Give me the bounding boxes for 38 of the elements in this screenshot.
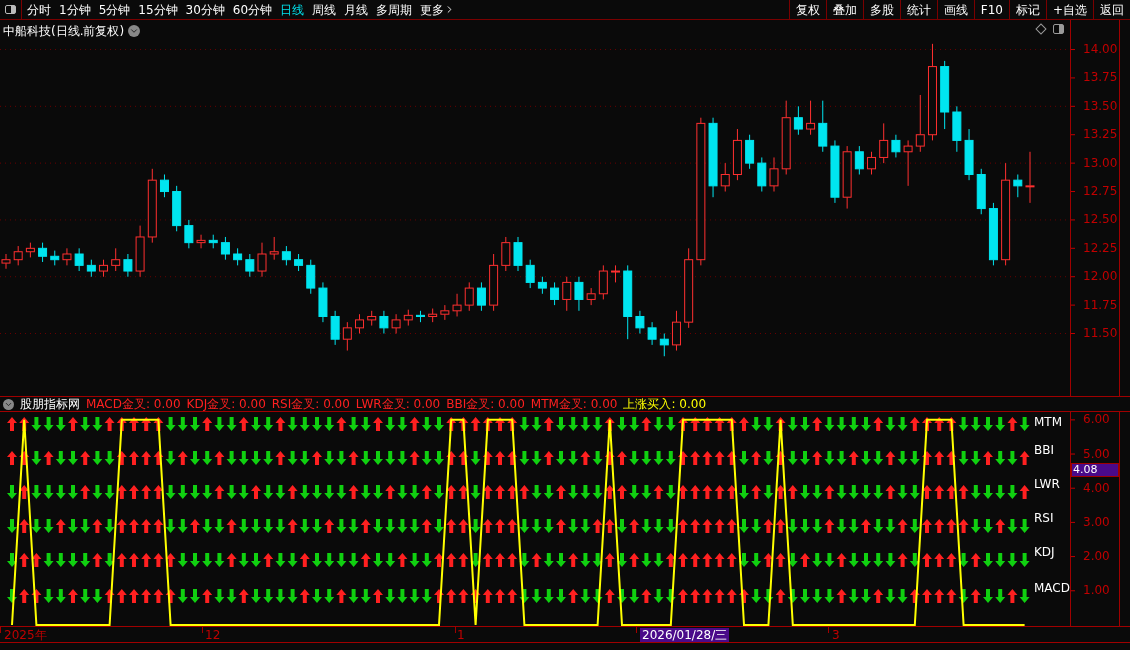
value-label: 2.00 [1083,549,1110,564]
indicator-readout: LWR金叉: 0.00 [355,396,441,413]
indicator-readout: KDJ金叉: 0.00 [186,396,266,413]
signal-label: BBI [1034,443,1054,457]
indicator-readout: RSI金叉: 0.00 [271,396,350,413]
price-label: 12.50 [1083,212,1118,227]
price-label: 11.75 [1083,297,1118,312]
signal-label: MTM [1034,415,1063,429]
value-label: 6.00 [1083,412,1110,427]
value-label: 3.00 [1083,514,1110,529]
indicator-readout: MTM金叉: 0.00 [530,396,618,413]
price-label: 14.00 [1083,42,1118,57]
time-label: 2025年 [4,628,47,642]
signal-label: KDJ [1034,545,1055,559]
indicator-readout: 上涨买入: 0.00 [623,396,707,413]
price-label: 13.25 [1083,127,1118,142]
time-label: 1 [457,628,465,642]
time-label: 12 [205,628,221,642]
value-label: 5.00 [1083,446,1110,461]
price-label: 12.00 [1083,269,1118,284]
time-label: 2026/01/28/三 [640,628,730,642]
chart-title: 中船科技(日线.前复权) [3,23,125,40]
value-label: 4.00 [1083,480,1110,495]
price-label: 13.50 [1083,98,1118,113]
price-label: 11.50 [1083,326,1118,340]
signal-label: MACD [1034,581,1070,595]
current-value-badge: 4.08 [1071,463,1119,477]
time-label: 3 [832,628,840,642]
signal-label: LWR [1034,477,1060,491]
indicator-name: 股朋指标网 [20,396,80,413]
value-label: 1.00 [1083,583,1110,598]
price-label: 12.25 [1083,240,1118,255]
price-label: 13.75 [1083,70,1118,85]
indicator-readout: MACD金叉: 0.00 [86,396,181,413]
signal-label: RSI [1034,511,1054,525]
price-label: 12.75 [1083,184,1118,199]
price-label: 13.00 [1083,155,1118,170]
indicator-readout: BBI金叉: 0.00 [446,396,525,413]
